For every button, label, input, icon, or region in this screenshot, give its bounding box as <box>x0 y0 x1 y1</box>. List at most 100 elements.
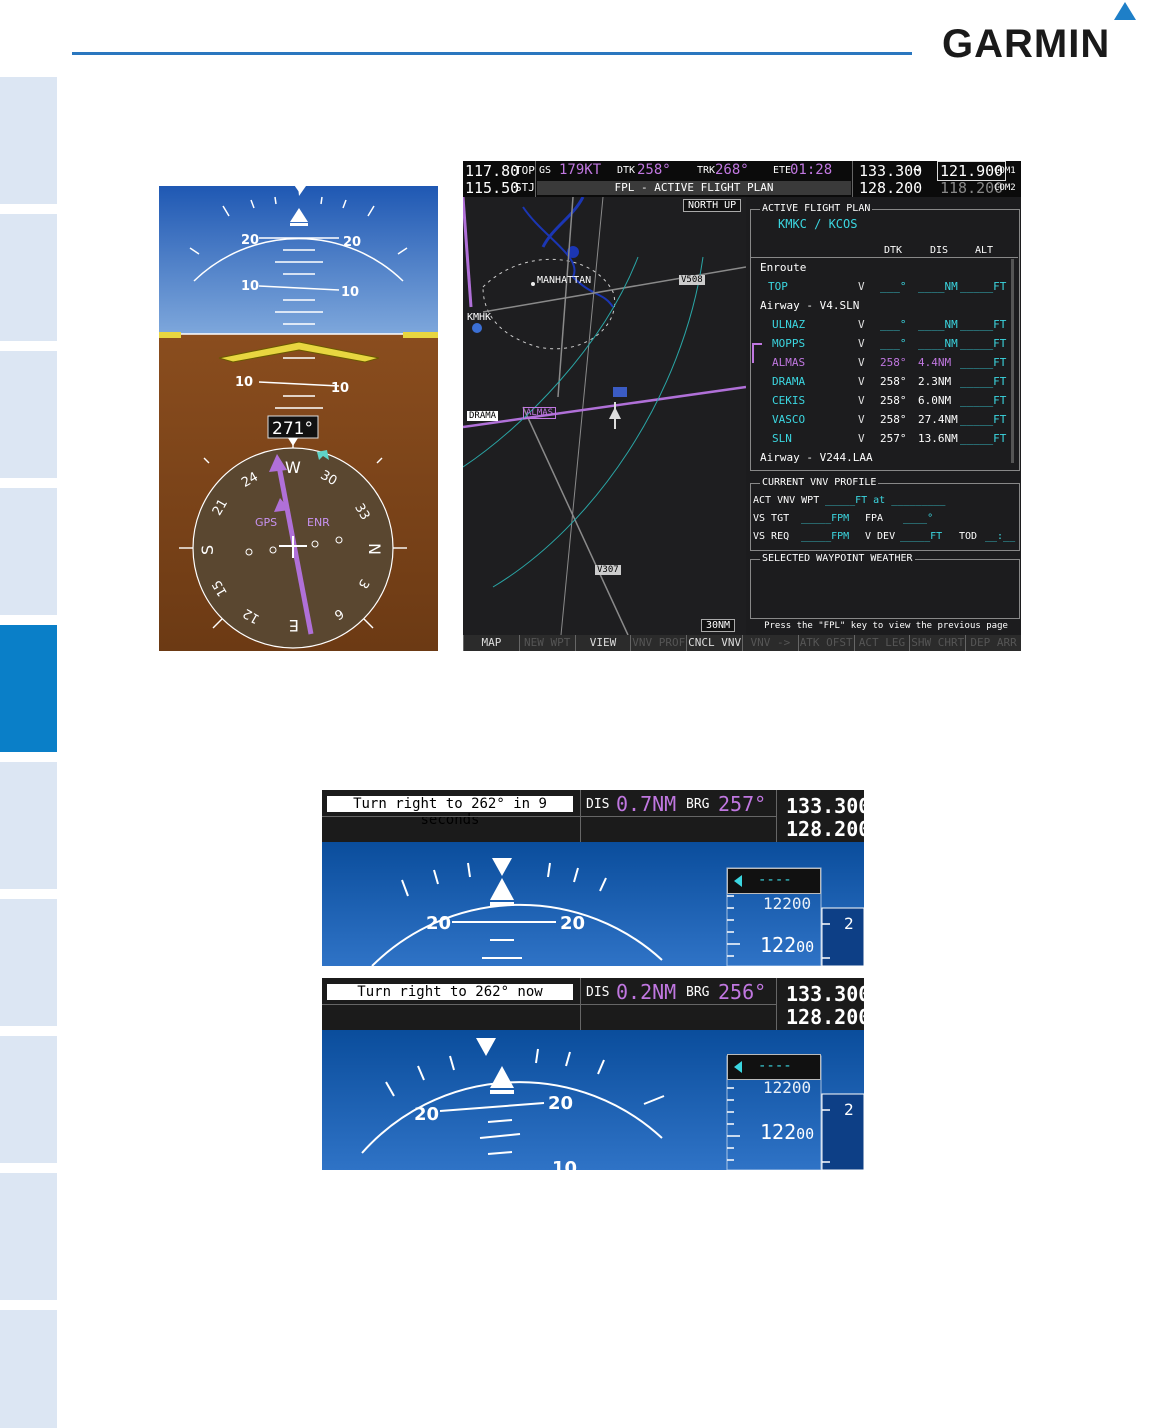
wpt-name: CEKIS <box>772 394 806 407</box>
wpt-alt[interactable]: _____FT <box>960 280 1006 293</box>
wpt-dis: 13.6NM <box>918 432 958 445</box>
fpl-row-wpt[interactable]: ULNAZ V ___° ____NM _____FT <box>750 318 1020 337</box>
wpt-dis: 27.4NM <box>918 413 958 426</box>
softkey-dep-arr[interactable]: DEP ARR <box>965 635 1021 651</box>
fpl-scrollbar[interactable] <box>1011 259 1014 463</box>
pitch-label-10-left: 10 <box>241 279 259 294</box>
header-rule <box>72 52 912 55</box>
wpt-dtk: 257° <box>880 432 907 445</box>
softkey-view[interactable]: VIEW <box>574 635 631 651</box>
wpt-dis: 2.3NM <box>918 375 952 388</box>
nav1-freq[interactable]: 117.80 <box>465 162 519 180</box>
side-tab-8[interactable] <box>0 1036 57 1163</box>
softkey-map[interactable]: MAP <box>463 635 519 651</box>
fpa-value: ____° <box>903 513 934 524</box>
wpt-dis: ____NM <box>918 280 958 293</box>
side-tab-6[interactable] <box>0 762 57 889</box>
softkey-shw-chrt[interactable]: SHW CHRT <box>909 635 965 651</box>
fpl-row-wpt-active[interactable]: ALMAS V 258° 4.4NM _____FT <box>750 356 1020 375</box>
fpl-row-wpt[interactable]: VASCO V 258° 27.4NM _____FT <box>750 413 1020 432</box>
wpt-alt[interactable]: _____FT <box>960 413 1006 426</box>
side-tab-4[interactable] <box>0 488 57 615</box>
softkey-vnv-prof[interactable]: VNV PROF <box>630 635 686 651</box>
fpl-box-title: ACTIVE FLIGHT PLAN <box>760 203 873 214</box>
wpt-dis: 4.4NM <box>918 356 952 369</box>
tod-value: __:__ <box>985 531 1016 542</box>
gs-value: 179KT <box>559 162 602 178</box>
vnv-act-label: ACT VNV WPT <box>753 495 820 506</box>
fpl-row-wpt[interactable]: TOP V ___° ____NM _____FT <box>750 280 1020 299</box>
vs-tgt-label: VS TGT <box>753 513 790 524</box>
wpt-dtk: 258° <box>880 375 907 388</box>
hdr-divider-2 <box>852 161 853 197</box>
side-tab-2[interactable] <box>0 214 57 341</box>
vnv-icon: V <box>858 356 865 369</box>
compass-S: S <box>198 545 217 555</box>
pitch-label-20-right: 20 <box>343 235 361 250</box>
softkey-vnv-direct[interactable]: VNV -> <box>741 635 798 651</box>
wpt-name: ALMAS <box>772 356 806 369</box>
fpl-row-wpt[interactable]: SLN V 257° 13.6NM _____FT <box>750 432 1020 451</box>
wpt-dtk: 258° <box>880 356 907 369</box>
side-tab-5-active[interactable] <box>0 625 57 752</box>
fpl-row-wpt[interactable]: CEKIS V 258° 6.0NM _____FT <box>750 394 1020 413</box>
com-transfer-arrow[interactable]: ↔ <box>913 162 921 177</box>
pitch-label-10-right: 10 <box>341 285 359 300</box>
fpl-section-name: Enroute <box>760 261 807 274</box>
dtk-value: 258° <box>637 162 671 178</box>
wpt-dtk: ___° <box>880 318 907 331</box>
vnv-box-title: CURRENT VNV PROFILE <box>760 477 879 488</box>
side-tab-1[interactable] <box>0 77 57 204</box>
compass-N: N <box>365 543 384 555</box>
nav2-freq[interactable]: 115.50 <box>465 179 519 197</box>
hdr-divider <box>535 161 536 197</box>
page-title: FPL - ACTIVE FLIGHT PLAN <box>537 181 851 195</box>
vs-req-value: _____FPM <box>801 531 850 542</box>
wpt-dtk: 258° <box>880 394 907 407</box>
selected-altitude-box[interactable]: ---- <box>727 868 821 894</box>
fpl-row-wpt[interactable]: MOPPS V ___° ____NM _____FT <box>750 337 1020 356</box>
gs-label: GS <box>539 165 552 176</box>
softkey-atk-ofst[interactable]: ATK OFST <box>797 635 854 651</box>
wpt-alt[interactable]: _____FT <box>960 318 1006 331</box>
wpt-alt[interactable]: _____FT <box>960 432 1006 445</box>
map-range[interactable]: 30NM <box>701 619 736 632</box>
pitch-label-neg10-left: 10 <box>235 375 253 390</box>
softkey-new-wpt[interactable]: NEW WPT <box>518 635 575 651</box>
com2-label: COM2 <box>994 183 1016 193</box>
selected-altitude-icon <box>734 875 742 887</box>
map-orientation[interactable]: NORTH UP <box>683 199 742 212</box>
side-tab-3[interactable] <box>0 351 57 478</box>
vs-req-label: VS REQ <box>753 531 790 542</box>
wpt-alt[interactable]: _____FT <box>960 356 1006 369</box>
pitch-label-20-right: 20 <box>560 913 585 934</box>
vnv-icon: V <box>858 375 865 388</box>
fpa-label: FPA <box>865 513 884 524</box>
side-tab-10[interactable] <box>0 1310 57 1428</box>
side-tab-7[interactable] <box>0 899 57 1026</box>
fpl-list[interactable]: Enroute TOP V ___° ____NM _____FT Airway… <box>750 257 1018 469</box>
wpt-dis: ____NM <box>918 337 958 350</box>
wpt-alt[interactable]: _____FT <box>960 337 1006 350</box>
compass-E: E <box>289 616 299 635</box>
side-tab-9[interactable] <box>0 1173 57 1300</box>
vnv-icon: V <box>858 394 865 407</box>
softkey-cncl-vnv[interactable]: CNCL VNV <box>686 635 742 651</box>
fpl-row-wpt[interactable]: DRAMA V 258° 2.3NM _____FT <box>750 375 1020 394</box>
vnv-icon: V <box>858 337 865 350</box>
garmin-logo: GARMIN <box>942 22 1111 66</box>
map-label-kmhk: KMHK <box>467 312 492 323</box>
wpt-alt[interactable]: _____FT <box>960 394 1006 407</box>
selected-altitude-box[interactable]: ---- <box>727 1054 821 1080</box>
softkey-bar: MAP NEW WPT VIEW VNV PROF CNCL VNV VNV -… <box>463 635 1021 651</box>
com2-active[interactable]: 128.200 <box>859 179 922 197</box>
vs-tgt-value: _____FPM <box>801 513 850 524</box>
map-label-v508: V508 <box>679 275 705 285</box>
map-label-drama: DRAMA <box>467 411 499 421</box>
softkey-act-leg[interactable]: ACT LEG <box>853 635 910 651</box>
selected-altitude-icon <box>734 1061 742 1073</box>
vsi-label: 2 <box>844 914 854 933</box>
weather-box-title: SELECTED WAYPOINT WEATHER <box>760 553 915 564</box>
wpt-name: SLN <box>772 432 792 445</box>
wpt-alt[interactable]: _____FT <box>960 375 1006 388</box>
